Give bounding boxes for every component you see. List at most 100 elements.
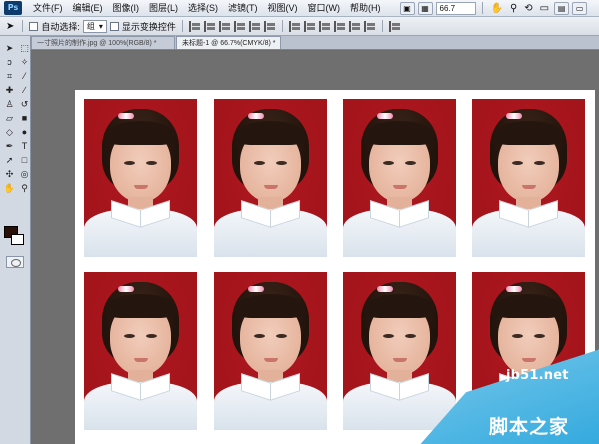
menu-layer[interactable]: 图层(L)	[144, 1, 183, 16]
portrait-mouth	[522, 185, 536, 189]
move-tool-icon[interactable]: ➤	[3, 42, 16, 54]
healing-brush-tool-icon[interactable]: ✚	[3, 84, 16, 96]
options-separator	[181, 20, 183, 32]
portrait-mouth	[134, 185, 148, 189]
options-separator	[281, 20, 283, 32]
quick-mask-icon[interactable]	[6, 256, 24, 268]
portrait-eye-l	[124, 161, 135, 165]
options-bar: ➤ 自动选择: 组 ▾ 显示变换控件	[0, 17, 599, 36]
portrait-eye-r	[146, 161, 157, 165]
distribute-bottom-icon[interactable]	[318, 20, 331, 32]
align-horizontal-center-icon[interactable]	[248, 20, 261, 32]
menu-file[interactable]: 文件(F)	[28, 1, 68, 16]
menu-window[interactable]: 窗口(W)	[303, 1, 346, 16]
rotate-view-icon[interactable]: ⟲	[522, 3, 534, 14]
align-vertical-center-icon[interactable]	[203, 20, 216, 32]
zoom-icon[interactable]: ⚲	[508, 3, 519, 14]
view-extras-icon[interactable]: ▦	[417, 1, 433, 15]
portrait-mouth	[264, 358, 278, 362]
portrait-eye-r	[534, 161, 545, 165]
background-color-swatch[interactable]	[11, 234, 24, 245]
zoom-level-field[interactable]: 66.7	[435, 1, 476, 15]
align-bottom-icon[interactable]	[218, 20, 231, 32]
portrait-eye-r	[276, 334, 287, 338]
portrait-eye-l	[124, 334, 135, 338]
id-photo	[472, 99, 585, 257]
eraser-tool-icon[interactable]: ▱	[3, 112, 16, 124]
distribute-vertical-center-icon[interactable]	[303, 20, 316, 32]
arrange-documents-icon[interactable]: ▤	[554, 1, 570, 15]
portrait-bangs	[238, 294, 303, 318]
auto-select-checkbox[interactable]	[29, 21, 39, 31]
align-left-icon[interactable]	[233, 20, 246, 32]
watermark-site: jb51.net	[506, 368, 569, 383]
type-tool-icon[interactable]: T	[18, 140, 31, 152]
3d-orbit-tool-icon[interactable]: ◎	[18, 168, 31, 180]
distribute-left-icon[interactable]	[333, 20, 346, 32]
portrait-eye-r	[534, 334, 545, 338]
id-photo	[343, 272, 456, 430]
distribute-top-icon[interactable]	[288, 20, 301, 32]
options-separator	[381, 20, 383, 32]
launch-bridge-icon[interactable]: ▣	[399, 1, 415, 15]
eyedropper-tool-icon[interactable]: ⁄	[18, 70, 31, 82]
portrait-eye-l	[512, 161, 523, 165]
show-transform-label: 显示变换控件	[121, 21, 176, 32]
lasso-tool-icon[interactable]: ↄ	[3, 56, 16, 68]
menu-filter[interactable]: 滤镜(T)	[223, 1, 263, 16]
portrait-eye-l	[254, 334, 265, 338]
portrait-bangs	[108, 121, 173, 145]
id-photo	[84, 99, 197, 257]
chevron-down-icon: ▾	[98, 21, 103, 31]
menu-select[interactable]: 选择(S)	[183, 1, 223, 16]
menu-view[interactable]: 视图(V)	[263, 1, 303, 16]
portrait-eye-l	[383, 334, 394, 338]
portrait-clip	[118, 113, 134, 119]
3d-rotate-tool-icon[interactable]: ✣	[3, 168, 16, 180]
zoom-tool-icon[interactable]: ⚲	[18, 182, 31, 194]
portrait-clip	[248, 286, 264, 292]
portrait-clip	[118, 286, 134, 292]
portrait-mouth	[393, 185, 407, 189]
id-photo	[84, 272, 197, 430]
marquee-tool-icon[interactable]: ⬚	[18, 42, 31, 54]
hand-tool-icon[interactable]: ✋	[3, 182, 16, 194]
portrait-bangs	[108, 294, 173, 318]
shape-tool-icon[interactable]: □	[18, 154, 31, 166]
distribute-horizontal-center-icon[interactable]	[348, 20, 361, 32]
auto-select-dropdown[interactable]: 组 ▾	[82, 19, 107, 33]
path-selection-tool-icon[interactable]: ➚	[3, 154, 16, 166]
portrait-eye-l	[512, 334, 523, 338]
crop-tool-icon[interactable]: ⌗	[3, 70, 16, 82]
brush-tool-icon[interactable]: ∕	[18, 84, 31, 96]
toolbar-separator	[481, 2, 483, 14]
tab-document-2[interactable]: 未标题-1 @ 66.7%(CMYK/8) *	[176, 36, 282, 49]
portrait-clip	[506, 113, 522, 119]
screen-mode-icon[interactable]: ▭	[572, 1, 588, 15]
id-photo	[214, 272, 327, 430]
clone-stamp-tool-icon[interactable]: ♙	[3, 98, 16, 110]
portrait-eye-l	[254, 161, 265, 165]
document-tab-bar: 一寸照片的制作.jpg @ 100%(RGB/8) * 未标题-1 @ 66.7…	[31, 36, 599, 50]
distribute-right-icon[interactable]	[363, 20, 376, 32]
align-top-icon[interactable]	[188, 20, 201, 32]
blur-tool-icon[interactable]: ◇	[3, 126, 16, 138]
align-right-icon[interactable]	[263, 20, 276, 32]
portrait-bangs	[238, 121, 303, 145]
tools-panel: ➤ ⬚ ↄ ✧ ⌗ ⁄ ✚ ∕ ♙ ↺ ▱ ■ ◇ ● ✒ T ➚ □ ✣ ◎ …	[0, 36, 31, 444]
portrait-eye-r	[146, 334, 157, 338]
move-tool-icon[interactable]: ➤	[4, 21, 16, 32]
pen-tool-icon[interactable]: ✒	[3, 140, 16, 152]
ruler-icon[interactable]: ▭	[538, 3, 551, 14]
tab-document-1[interactable]: 一寸照片的制作.jpg @ 100%(RGB/8) *	[31, 36, 175, 49]
menu-image[interactable]: 图像(I)	[108, 1, 145, 16]
menu-edit[interactable]: 编辑(E)	[68, 1, 108, 16]
gradient-tool-icon[interactable]: ■	[18, 112, 31, 124]
magic-wand-tool-icon[interactable]: ✧	[18, 56, 31, 68]
dodge-tool-icon[interactable]: ●	[18, 126, 31, 138]
hand-icon[interactable]: ✋	[489, 3, 505, 14]
menu-help[interactable]: 帮助(H)	[345, 1, 386, 16]
show-transform-checkbox[interactable]	[109, 21, 119, 31]
history-brush-tool-icon[interactable]: ↺	[18, 98, 31, 110]
auto-align-layers-icon[interactable]	[388, 20, 401, 32]
